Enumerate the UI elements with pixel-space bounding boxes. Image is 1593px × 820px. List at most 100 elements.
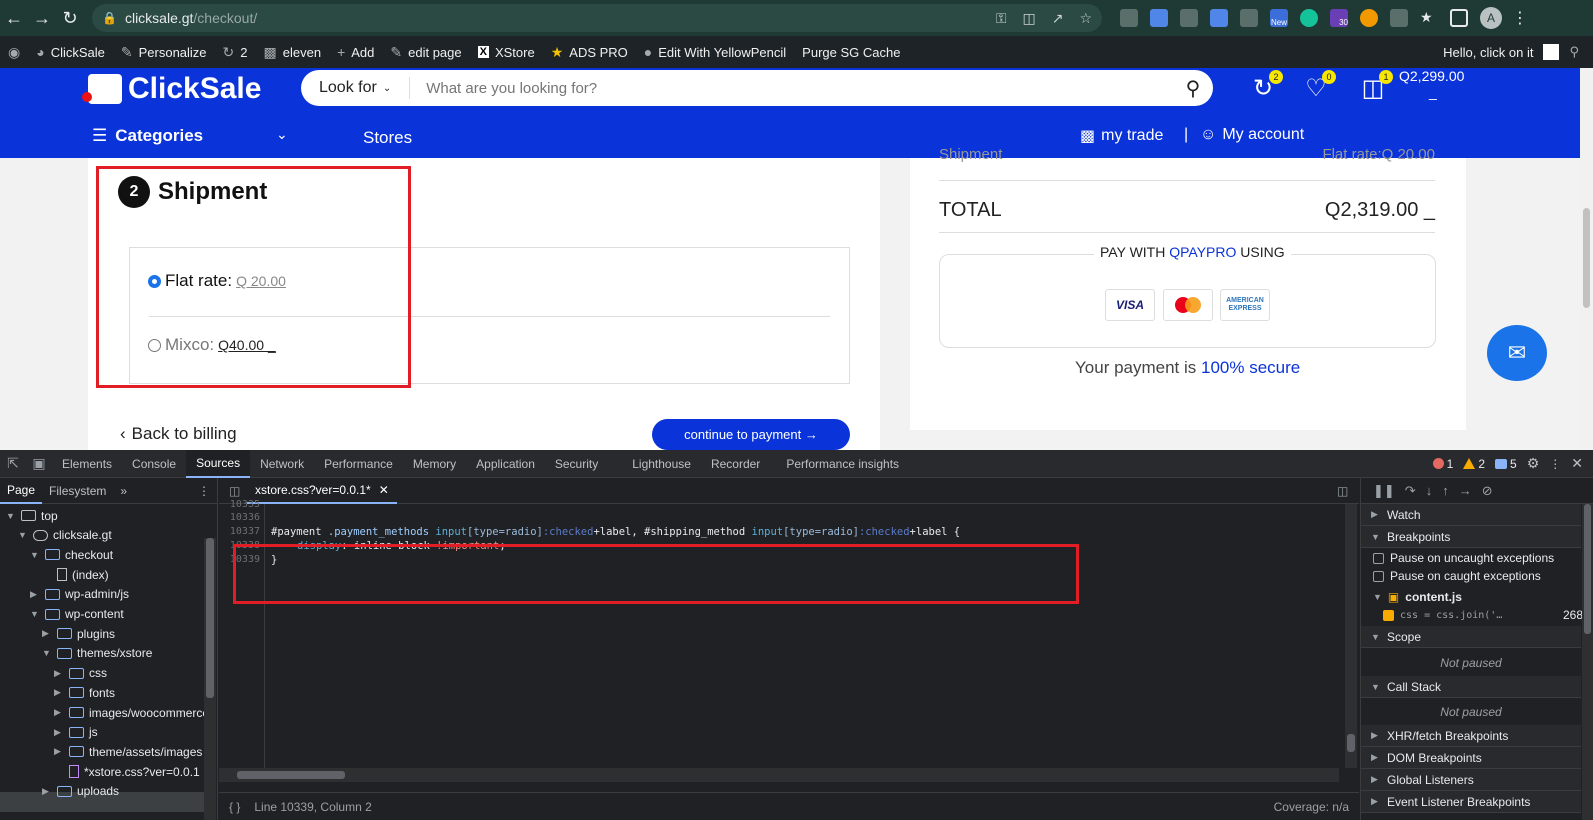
chat-icon[interactable]: ✉ xyxy=(1487,325,1547,381)
stores-link[interactable]: Stores xyxy=(363,128,412,148)
pause-uncaught-checkbox[interactable] xyxy=(1373,552,1384,564)
deactivate-breakpoints-icon[interactable]: ⊘ xyxy=(1482,483,1493,499)
inspect-icon[interactable]: ⇱ xyxy=(0,450,26,478)
expanded-arrow-icon[interactable]: ▼ xyxy=(42,648,52,658)
tab-lighthouse[interactable]: Lighthouse xyxy=(622,450,701,478)
globe-ext-icon[interactable] xyxy=(1180,9,1198,27)
new-ext-icon[interactable]: New xyxy=(1270,9,1288,27)
wp-updates-link[interactable]: ↻ 2 xyxy=(215,36,256,68)
collapsed-arrow-icon[interactable]: ▶ xyxy=(54,746,64,757)
expanded-arrow-icon[interactable]: ▼ xyxy=(6,511,16,521)
editor-vertical-scrollbar[interactable] xyxy=(1345,504,1357,768)
device-toggle-icon[interactable]: ▣ xyxy=(26,450,52,478)
navigator-scrollbar[interactable] xyxy=(204,538,216,820)
star-icon[interactable]: ☆ xyxy=(1079,10,1092,27)
search-category-select[interactable]: Look for ⌄ xyxy=(301,77,411,99)
step-out-icon[interactable]: ↑ xyxy=(1442,483,1449,498)
collapsed-arrow-icon[interactable]: ▶ xyxy=(42,628,52,639)
editor-horizontal-scrollbar[interactable] xyxy=(219,768,1339,782)
forward-icon[interactable]: → xyxy=(28,4,56,32)
key-icon[interactable]: ⚿ xyxy=(996,10,1007,27)
settings-gear-icon[interactable]: ⚙ xyxy=(1527,455,1540,472)
tree-item[interactable]: ▼ wp-content xyxy=(30,605,124,624)
tab-application[interactable]: Application xyxy=(466,450,545,478)
back-icon[interactable]: ← xyxy=(0,4,28,32)
step-over-icon[interactable]: ↷ xyxy=(1405,483,1416,499)
tree-item[interactable]: ▶ js xyxy=(54,723,98,742)
expanded-arrow-icon[interactable]: ▼ xyxy=(30,550,40,560)
collapsed-arrow-icon[interactable]: ▶ xyxy=(54,668,64,679)
editor-hscroll-thumb[interactable] xyxy=(237,771,345,779)
wp-logo-icon[interactable]: ◉ xyxy=(0,36,28,68)
tree-item[interactable]: ▶ css xyxy=(54,664,107,683)
tree-item[interactable]: ▶ wp-admin/js xyxy=(30,585,129,604)
editor-vscroll-thumb[interactable] xyxy=(1347,734,1355,752)
tab-security[interactable]: Security xyxy=(545,450,608,478)
page-scrollbar[interactable] xyxy=(1580,68,1593,450)
collapsed-arrow-icon[interactable]: ▶ xyxy=(30,589,40,600)
pause-caught-checkbox[interactable] xyxy=(1373,570,1384,582)
docs-ext-icon[interactable] xyxy=(1150,9,1168,27)
wp-xstore-link[interactable]: X XStore xyxy=(470,36,543,68)
devtools-close-icon[interactable]: ✕ xyxy=(1571,455,1583,472)
tree-item[interactable]: (index) xyxy=(42,565,109,584)
wp-search-icon[interactable]: ⚲ xyxy=(1569,44,1579,60)
tree-item[interactable]: ▶ images/woocommerce xyxy=(54,703,209,722)
translate-icon[interactable]: ◫ xyxy=(1022,10,1035,27)
tab-performance[interactable]: Performance xyxy=(314,450,403,478)
collapsed-arrow-icon[interactable]: ▶ xyxy=(42,786,52,797)
browser-menu-icon[interactable]: ⋮ xyxy=(1512,8,1528,28)
tab-page[interactable]: Page xyxy=(0,478,43,504)
tab-memory[interactable]: Memory xyxy=(403,450,466,478)
section-call-stack[interactable]: ▼ Call Stack xyxy=(1361,676,1581,698)
section-global-listeners[interactable]: ▶ Global Listeners xyxy=(1361,769,1581,791)
fire-ext-icon[interactable] xyxy=(1360,9,1378,27)
categories-menu[interactable]: ☰ Categories xyxy=(92,126,203,146)
tab-close-icon[interactable]: ✕ xyxy=(379,483,389,497)
wp-greeting[interactable]: Hello, click on it xyxy=(1443,45,1533,60)
tab-network[interactable]: Network xyxy=(250,450,314,478)
tab-filesystem[interactable]: Filesystem xyxy=(42,478,113,504)
tree-item[interactable]: ▶ theme/assets/images xyxy=(54,742,202,761)
breakpoint-file-row[interactable]: ▼ ▣ content.js xyxy=(1373,588,1581,606)
wp-purge-link[interactable]: Purge SG Cache xyxy=(794,36,908,68)
reload-icon[interactable]: ↻ xyxy=(56,4,84,32)
wp-yellowpencil-link[interactable]: ● Edit With YellowPencil xyxy=(636,36,794,68)
toggle-navigator-icon[interactable]: ◫ xyxy=(229,484,240,498)
pause-icon[interactable]: ❚❚ xyxy=(1373,483,1395,499)
navigator-menu-icon[interactable]: ⋮ xyxy=(191,478,217,504)
tree-item[interactable]: ▶ plugins xyxy=(42,624,115,643)
wp-edit-page-link[interactable]: ✎ edit page xyxy=(382,36,469,68)
tab-elements[interactable]: Elements xyxy=(52,450,122,478)
wp-personalize-link[interactable]: ✎ Personalize xyxy=(113,36,215,68)
wp-user-avatar[interactable] xyxy=(1543,44,1560,60)
expanded-arrow-icon[interactable]: ▼ xyxy=(30,609,40,619)
section-scope[interactable]: ▼ Scope xyxy=(1361,626,1581,648)
wp-ads-pro-link[interactable]: ★ ADS PRO xyxy=(543,36,636,68)
errors-count[interactable]: 1 xyxy=(1432,457,1453,471)
debugger-scroll-thumb[interactable] xyxy=(1584,504,1591,634)
tree-item[interactable]: ▼ clicksale.gt xyxy=(18,526,112,545)
pause-caught-row[interactable]: Pause on caught exceptions xyxy=(1373,567,1581,585)
page-scroll-thumb[interactable] xyxy=(1583,208,1590,308)
toggle-debugger-icon[interactable]: ◫ xyxy=(1337,484,1348,498)
tab-recorder[interactable]: Recorder xyxy=(701,450,770,478)
translate-ext-icon[interactable] xyxy=(1210,9,1228,27)
tree-item[interactable]: ▶ uploads xyxy=(42,782,119,801)
wp-comments-link[interactable]: ▩ eleven xyxy=(256,36,330,68)
pretty-print-icon[interactable]: { } xyxy=(229,800,240,814)
collapsed-arrow-icon[interactable]: ▶ xyxy=(54,707,64,718)
devtools-menu-icon[interactable]: ⋮ xyxy=(1549,457,1561,471)
sidepanel-icon[interactable] xyxy=(1450,9,1468,27)
puzzle-ext-icon[interactable] xyxy=(1390,9,1408,27)
wp-site-link[interactable]: ◕ ClickSale xyxy=(28,36,113,68)
address-bar[interactable]: 🔒 clicksale.gt /checkout/ ⚿ ◫ ↗ ☆ xyxy=(92,4,1102,32)
tree-item[interactable]: ▼ checkout xyxy=(30,545,113,564)
pause-uncaught-row[interactable]: Pause on uncaught exceptions xyxy=(1373,549,1581,567)
tree-item[interactable]: ▼ themes/xstore xyxy=(42,644,152,663)
tree-item[interactable]: ▼ top xyxy=(6,506,58,525)
warnings-count[interactable]: 2 xyxy=(1463,457,1485,471)
camera-ext-icon[interactable] xyxy=(1240,9,1258,27)
tab-performance-insights[interactable]: Performance insights xyxy=(776,450,909,478)
section-dom-breakpoints[interactable]: ▶ DOM Breakpoints xyxy=(1361,747,1581,769)
